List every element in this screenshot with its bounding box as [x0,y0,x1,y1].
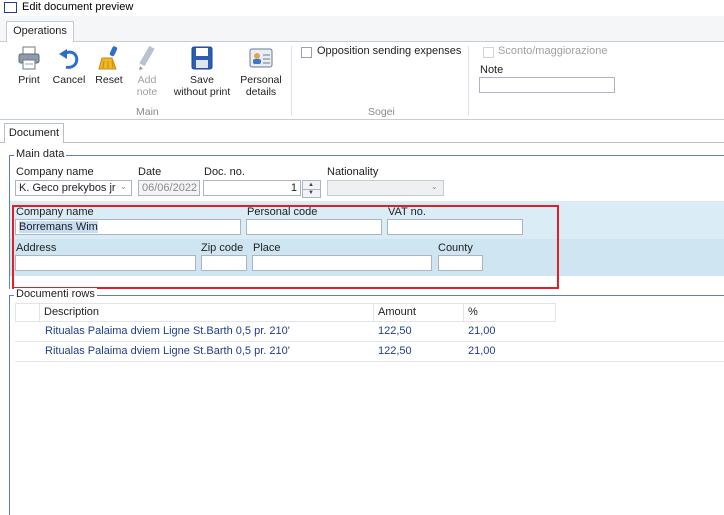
grid-divider [463,303,464,322]
nationality-label: Nationality [327,166,379,178]
chevron-down-icon: ⌄ [120,182,127,191]
note-input[interactable] [479,77,615,93]
reset-button[interactable]: Reset [91,45,127,103]
grid-divider [39,303,40,322]
undo-arrow-icon [59,49,79,69]
date-field[interactable]: 06/06/2022 [138,180,200,196]
personal-details-button[interactable]: Personal details [238,45,284,103]
pencil-icon [139,45,155,70]
tab-document[interactable]: Document [4,123,64,143]
date-label: Date [138,166,162,178]
grid-divider [373,303,374,322]
save-without-print-button[interactable]: Save without print [168,45,236,103]
doc-no-stepper[interactable]: ▲ ▼ [302,180,321,198]
company-select[interactable]: K. Geco prekybos jr [15,180,132,196]
chevron-down-icon: ⌄ [431,182,438,191]
opposition-checkbox[interactable] [301,47,312,58]
doc-no-label: Doc. no. [204,166,245,178]
row-percent: 21,00 [468,325,496,337]
personal-details-label-1: Personal [240,74,282,86]
row-amount: 122,50 [378,345,412,357]
column-header-percent[interactable]: % [468,306,478,318]
stepper-up-icon[interactable]: ▲ [308,182,314,188]
group-label-main: Main [136,106,159,118]
row-amount: 122,50 [378,325,412,337]
main-data-legend: Main data [14,148,67,160]
personal-details-label-2: details [245,86,277,98]
row-description: Ritualas Palaima dviem Ligne St.Barth 0,… [45,325,290,337]
ribbon-separator [468,46,469,116]
printer-icon [18,46,40,70]
doc-no-field[interactable]: 1 [203,180,301,196]
company-select-value: K. Geco prekybos jr [19,182,116,194]
id-card-icon [249,48,273,68]
row-separator [15,361,724,362]
document-rows-legend: Documenti rows [14,288,97,300]
add-note-label-1: Add [137,74,157,86]
row-percent: 21,00 [468,345,496,357]
sconto-checkbox[interactable] [483,47,494,58]
cancel-label: Cancel [52,74,86,86]
tab-operations[interactable]: Operations [6,21,74,42]
cancel-button[interactable]: Cancel [51,45,87,103]
table-row[interactable]: Ritualas Palaima dviem Ligne St.Barth 0,… [15,322,724,342]
column-header-description[interactable]: Description [44,306,99,318]
note-label: Note [480,64,504,76]
column-header-amount[interactable]: Amount [378,306,416,318]
floppy-disk-icon [191,46,213,70]
row-description: Ritualas Palaima dviem Ligne St.Barth 0,… [45,345,290,357]
save-label-2: without print [173,86,231,98]
print-label: Print [18,74,40,86]
ribbon-separator [291,46,292,116]
highlight-box [12,205,559,289]
group-label-sogei: Sogei [368,106,395,118]
save-label-1: Save [190,74,214,86]
company-name-label: Company name [16,166,94,178]
add-note-button[interactable]: Add note [131,45,163,103]
window-title: Edit document preview [22,1,134,13]
sconto-label: Sconto/maggiorazione [498,45,608,57]
add-note-label-2: note [136,86,158,98]
broom-icon [98,46,118,70]
reset-label: Reset [95,74,123,86]
stepper-down-icon[interactable]: ▼ [308,190,314,196]
table-row[interactable]: Ritualas Palaima dviem Ligne St.Barth 0,… [15,342,724,362]
nationality-select[interactable] [327,180,444,196]
print-button[interactable]: Print [12,45,46,103]
opposition-label: Opposition sending expenses [317,45,462,57]
window-icon [4,2,17,13]
